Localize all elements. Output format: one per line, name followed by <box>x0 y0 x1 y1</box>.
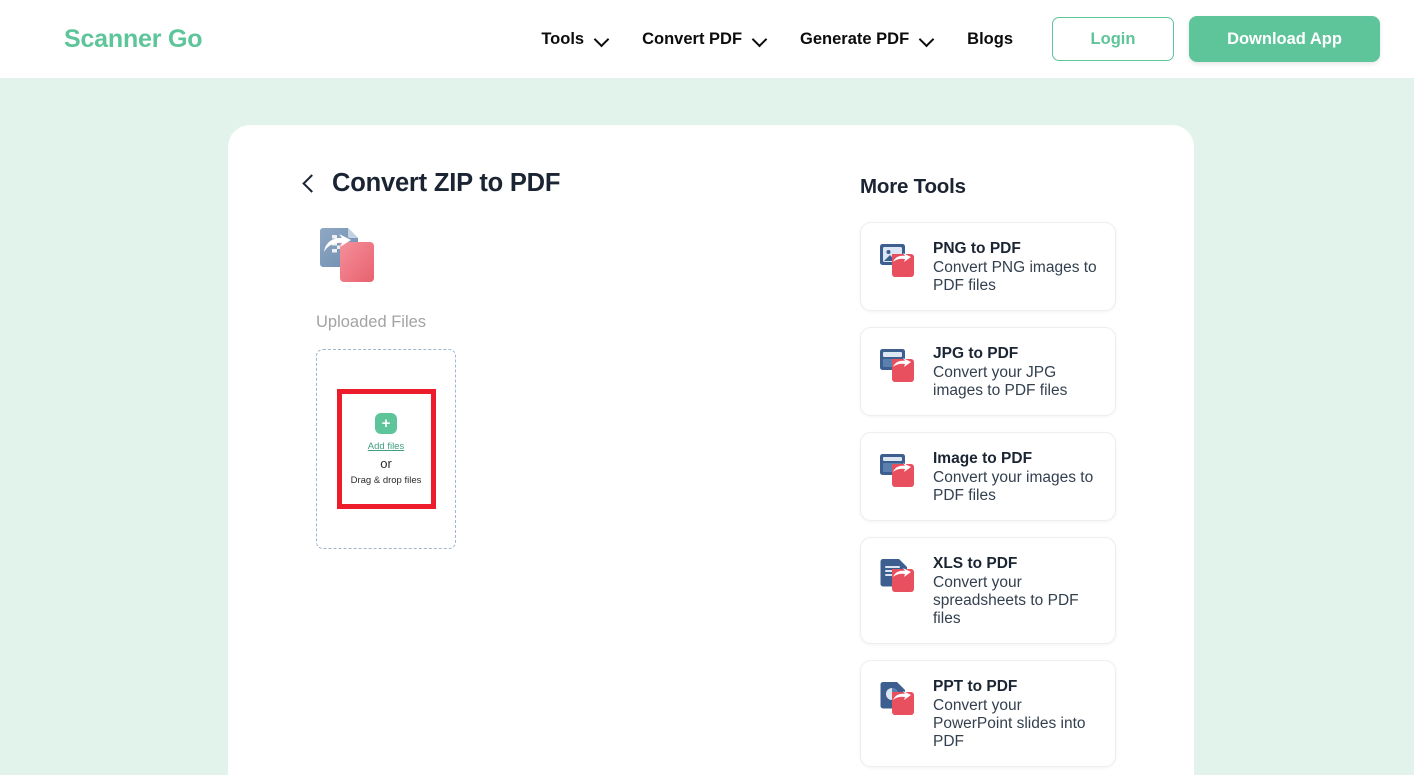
tool-text: PPT to PDF Convert your PowerPoint slide… <box>933 676 1101 751</box>
nav-item-label: Convert PDF <box>642 29 743 48</box>
jpg-to-pdf-icon <box>878 344 920 386</box>
tool-item-jpg-to-pdf[interactable]: JPG to PDF Convert your JPG images to PD… <box>860 327 1116 416</box>
tool-name: PPT to PDF <box>933 678 1018 695</box>
add-files-highlight-box[interactable]: + Add files or Drag & drop files <box>336 389 436 509</box>
nav-item-label: Blogs <box>967 29 1013 48</box>
brand-logo[interactable]: Scanner Go <box>64 25 203 54</box>
tool-item-xls-to-pdf[interactable]: XLS to PDF Convert your spreadsheets to … <box>860 537 1116 644</box>
page-title: Convert ZIP to PDF <box>332 169 561 197</box>
site-header: Scanner Go Tools Convert PDF Generate PD… <box>0 0 1414 78</box>
tool-description: Convert PNG images to PDF files <box>933 259 1097 294</box>
uploaded-files-label: Uploaded Files <box>316 313 427 331</box>
png-to-pdf-icon <box>878 239 920 281</box>
more-tools-heading: More Tools <box>860 175 966 198</box>
tool-name: Image to PDF <box>933 450 1033 467</box>
nav-item-generate-pdf[interactable]: Generate PDF <box>783 30 950 49</box>
nav-item-label: Generate PDF <box>800 29 910 48</box>
tool-card-panel: Convert ZIP to PDF Uploaded Files + Add … <box>228 125 1194 775</box>
drag-drop-label: Drag & drop files <box>350 474 422 486</box>
chevron-down-icon <box>920 33 933 46</box>
tool-item-png-to-pdf[interactable]: PNG to PDF Convert PNG images to PDF fil… <box>860 222 1116 311</box>
tool-description: Convert your images to PDF files <box>933 469 1094 504</box>
tool-text: JPG to PDF Convert your JPG images to PD… <box>933 343 1101 400</box>
tool-item-image-to-pdf[interactable]: Image to PDF Convert your images to PDF … <box>860 432 1116 521</box>
tool-name: XLS to PDF <box>933 555 1018 572</box>
download-app-button[interactable]: Download App <box>1189 16 1380 62</box>
login-button[interactable]: Login <box>1052 17 1174 61</box>
plus-glyph: + <box>381 414 391 432</box>
zip-to-pdf-convert-icon <box>316 224 860 291</box>
tool-name: JPG to PDF <box>933 345 1019 362</box>
converter-column: Convert ZIP to PDF Uploaded Files + Add … <box>300 169 860 775</box>
plus-icon[interactable]: + <box>375 412 397 434</box>
nav-item-label: Tools <box>541 29 585 48</box>
tool-description: Convert your JPG images to PDF files <box>933 364 1068 399</box>
tool-text: Image to PDF Convert your images to PDF … <box>933 448 1101 505</box>
more-tools-column: More Tools PNG to PDF Convert PNG images… <box>860 169 1160 775</box>
page-body: Convert ZIP to PDF Uploaded Files + Add … <box>0 78 1414 775</box>
page-title-row: Convert ZIP to PDF <box>300 169 860 198</box>
file-dropzone[interactable]: + Add files or Drag & drop files <box>316 349 456 549</box>
xls-to-pdf-icon <box>878 554 920 596</box>
chevron-down-icon <box>753 33 766 46</box>
tool-text: XLS to PDF Convert your spreadsheets to … <box>933 553 1101 628</box>
tool-item-ppt-to-pdf[interactable]: PPT to PDF Convert your PowerPoint slide… <box>860 660 1116 767</box>
ppt-to-pdf-icon <box>878 677 920 719</box>
chevron-down-icon <box>595 33 608 46</box>
tool-name: PNG to PDF <box>933 240 1021 257</box>
tool-description: Convert your spreadsheets to PDF files <box>933 574 1079 627</box>
nav-item-convert-pdf[interactable]: Convert PDF <box>625 30 783 49</box>
tool-text: PNG to PDF Convert PNG images to PDF fil… <box>933 238 1101 295</box>
add-files-link[interactable]: Add files <box>368 441 404 452</box>
back-chevron-left-icon[interactable] <box>300 171 318 197</box>
nav-item-tools[interactable]: Tools <box>524 30 625 49</box>
tool-description: Convert your PowerPoint slides into PDF <box>933 697 1086 750</box>
or-label: or <box>380 455 392 471</box>
nav-item-blogs[interactable]: Blogs <box>950 30 1030 49</box>
main-navigation: Tools Convert PDF Generate PDF Blogs Log… <box>524 16 1380 62</box>
image-to-pdf-icon <box>878 449 920 491</box>
